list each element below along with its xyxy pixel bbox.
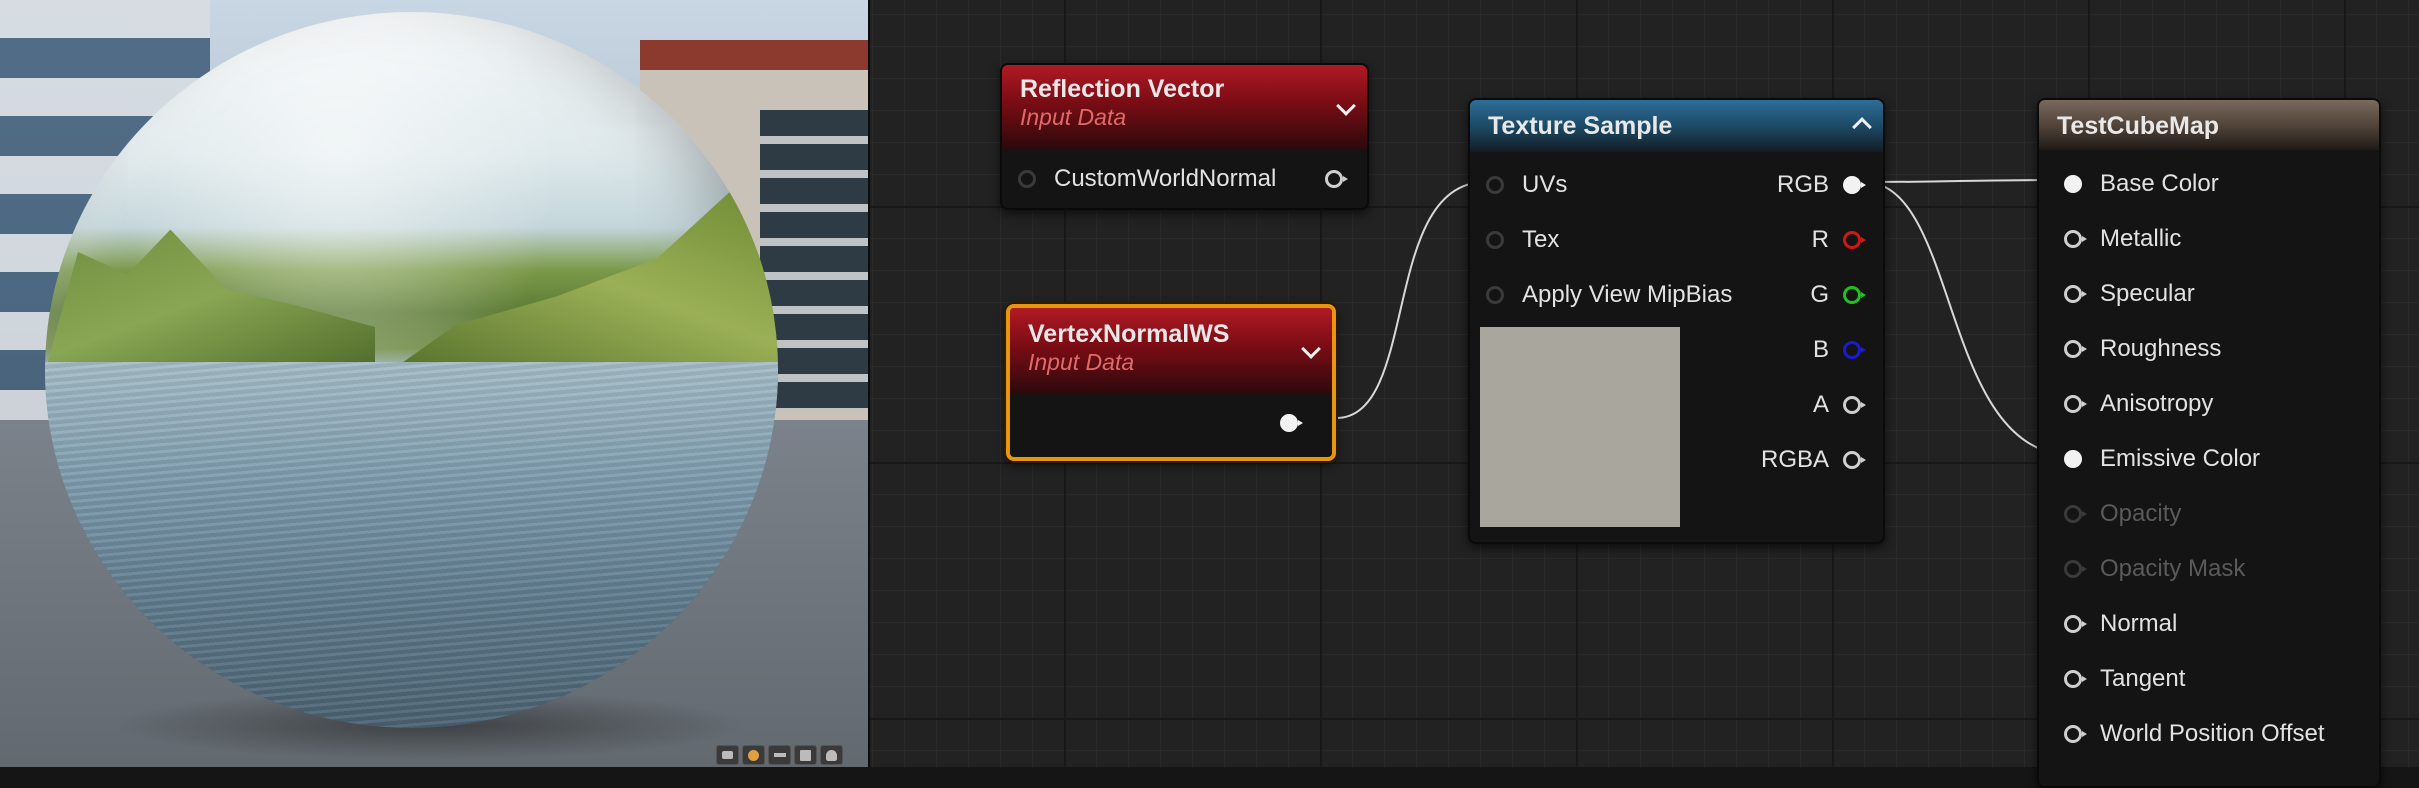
- reflected-water: [45, 362, 778, 728]
- pin-label: Specular: [2100, 280, 2195, 307]
- pin-label: A: [1812, 391, 1829, 418]
- texture-preview-thumbnail[interactable]: [1480, 327, 1680, 527]
- input-pin-icon[interactable]: [2064, 725, 2087, 743]
- pin-label: Base Color: [2100, 170, 2219, 197]
- pin-label: World Position Offset: [2100, 720, 2325, 747]
- output-pin-row: RGBA: [1760, 446, 1866, 474]
- material-input-row: Opacity Mask: [2064, 555, 2245, 583]
- material-input-row: Roughness: [2064, 335, 2221, 363]
- output-pin-icon[interactable]: [1843, 286, 1866, 304]
- node-title: Texture Sample: [1488, 112, 1673, 140]
- pin-row: CustomWorldNormal: [1018, 165, 1353, 193]
- reflected-mountain-right: [375, 192, 778, 382]
- material-input-row: Metallic: [2064, 225, 2181, 253]
- pin-label: Opacity Mask: [2100, 555, 2246, 582]
- input-pin-icon[interactable]: [1486, 176, 1504, 194]
- input-pin-icon[interactable]: [1486, 231, 1504, 249]
- node-subtitle: Input Data: [1020, 104, 1127, 130]
- input-pin-row: UVs: [1486, 171, 1567, 199]
- pin-label: Tangent: [2100, 665, 2186, 692]
- node-title: VertexNormalWS: [1028, 320, 1230, 348]
- input-pin-row: Apply View MipBias: [1486, 281, 1732, 309]
- reflection-vector-node[interactable]: Reflection Vector Input Data CustomWorld…: [1000, 63, 1369, 210]
- pin-label: CustomWorldNormal: [1054, 165, 1277, 192]
- input-pin-icon[interactable]: [2064, 395, 2087, 413]
- pin-label: Roughness: [2100, 335, 2222, 362]
- output-pin-row: RGB: [1776, 171, 1866, 199]
- input-pin-row: Tex: [1486, 226, 1559, 254]
- node-header[interactable]: VertexNormalWS Input Data: [1010, 308, 1332, 394]
- output-pin-icon[interactable]: [1843, 176, 1866, 194]
- input-pin-icon[interactable]: [2064, 175, 2082, 193]
- node-header[interactable]: Texture Sample: [1470, 100, 1883, 152]
- output-pin-row: A: [1812, 391, 1866, 419]
- input-pin-icon[interactable]: [1018, 170, 1036, 188]
- material-result-node[interactable]: TestCubeMap Base Color Metallic Specular…: [2037, 98, 2381, 788]
- input-pin-icon[interactable]: [2064, 285, 2087, 303]
- input-pin-icon: [2064, 505, 2087, 523]
- material-input-row: Normal: [2064, 610, 2177, 638]
- material-input-row: Base Color: [2064, 170, 2219, 198]
- node-subtitle: Input Data: [1028, 349, 1135, 375]
- material-input-row: World Position Offset: [2064, 720, 2325, 748]
- cylinder-icon[interactable]: [716, 745, 739, 765]
- output-pin-icon[interactable]: [1325, 170, 1348, 188]
- pin-label: Emissive Color: [2100, 445, 2261, 472]
- pin-label: Apply View MipBias: [1522, 281, 1733, 308]
- material-input-row: Opacity: [2064, 500, 2181, 528]
- output-pin-row: G: [1810, 281, 1866, 309]
- input-pin-icon[interactable]: [2064, 615, 2087, 633]
- reflected-mountain-left: [45, 229, 375, 372]
- input-pin-icon[interactable]: [2064, 230, 2087, 248]
- node-title: TestCubeMap: [2057, 112, 2220, 140]
- node-header[interactable]: Reflection Vector Input Data: [1002, 65, 1367, 149]
- pin-row: [1280, 414, 1303, 432]
- preview-sphere: [45, 12, 778, 728]
- input-pin-icon[interactable]: [2064, 450, 2082, 468]
- input-pin-icon[interactable]: [2064, 670, 2087, 688]
- material-preview-viewport[interactable]: [0, 0, 868, 767]
- pin-label: Tex: [1522, 226, 1560, 253]
- pin-label: Metallic: [2100, 225, 2182, 252]
- node-title: Reflection Vector: [1020, 75, 1225, 103]
- pin-label: UVs: [1522, 171, 1568, 198]
- pin-label: Anisotropy: [2100, 390, 2214, 417]
- input-pin-icon[interactable]: [2064, 340, 2087, 358]
- pin-label: G: [1810, 281, 1829, 308]
- output-pin-icon[interactable]: [1843, 341, 1866, 359]
- material-input-row: Tangent: [2064, 665, 2185, 693]
- output-pin-icon[interactable]: [1843, 451, 1866, 469]
- pin-label: B: [1812, 336, 1829, 363]
- sphere-icon[interactable]: [742, 745, 765, 765]
- preview-mesh-toolbar: [716, 745, 843, 765]
- material-input-row: Specular: [2064, 280, 2195, 308]
- pin-label: Normal: [2100, 610, 2178, 637]
- vertex-normal-ws-node[interactable]: VertexNormalWS Input Data: [1006, 304, 1336, 461]
- pin-label: RGB: [1776, 171, 1829, 198]
- output-pin-icon[interactable]: [1843, 231, 1866, 249]
- pin-label: Opacity: [2100, 500, 2182, 527]
- output-pin-icon[interactable]: [1843, 396, 1866, 414]
- input-pin-icon[interactable]: [1486, 286, 1504, 304]
- pin-label: RGBA: [1760, 446, 1829, 473]
- output-pin-icon[interactable]: [1280, 414, 1303, 432]
- plane-icon[interactable]: [768, 745, 791, 765]
- texture-sample-node[interactable]: Texture Sample UVs Tex Apply View MipBia…: [1468, 98, 1885, 544]
- pin-label: R: [1811, 226, 1829, 253]
- material-input-row: Emissive Color: [2064, 445, 2260, 473]
- teapot-icon[interactable]: [820, 745, 843, 765]
- output-pin-row: R: [1811, 226, 1866, 254]
- output-pin-row: B: [1812, 336, 1866, 364]
- material-input-row: Anisotropy: [2064, 390, 2213, 418]
- node-header[interactable]: TestCubeMap: [2039, 100, 2379, 150]
- input-pin-icon: [2064, 560, 2087, 578]
- cube-icon[interactable]: [794, 745, 817, 765]
